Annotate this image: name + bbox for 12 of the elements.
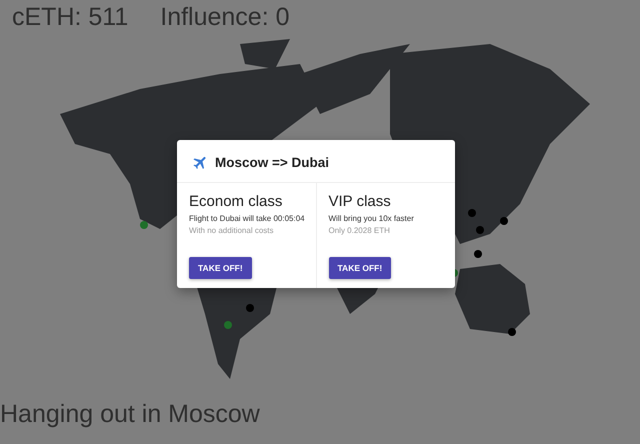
take-off-button[interactable]: TAKE OFF!: [189, 257, 252, 279]
stat-label: cETH: 511: [12, 2, 128, 32]
dialog-title: Moscow => Dubai: [215, 154, 330, 170]
class-description: Flight to Dubai will take 00:05:04: [189, 214, 306, 223]
take-off-button[interactable]: TAKE OFF!: [328, 257, 392, 279]
stat-label: Influence: 0: [160, 2, 290, 32]
class-cost: With no additional costs: [189, 226, 274, 235]
status-text: Hanging out in Moscow: [0, 400, 261, 430]
class-title: VIP class: [328, 193, 392, 210]
class-title: Econom class: [189, 193, 284, 210]
class-description: Will bring you 10x faster: [328, 214, 415, 223]
class-cost: Only 0.2028 ETH: [328, 226, 391, 235]
